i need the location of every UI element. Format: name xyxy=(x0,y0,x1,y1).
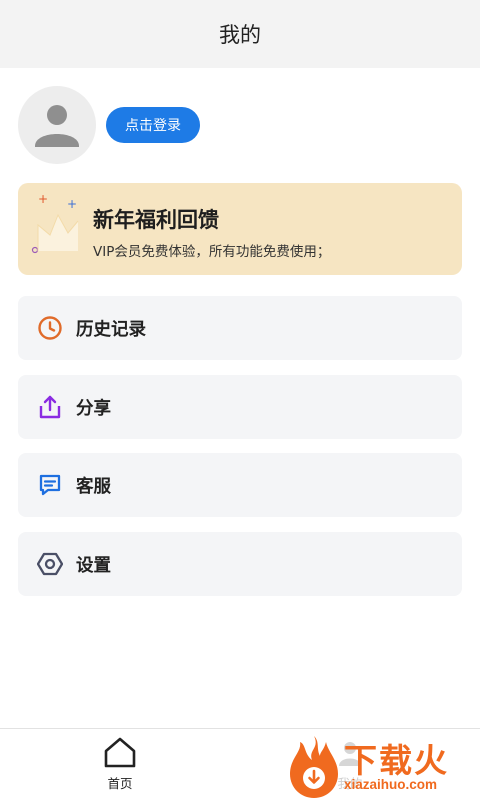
menu-item-label: 分享 xyxy=(76,398,111,419)
clock-icon xyxy=(36,314,64,342)
menu-item-history[interactable]: 历史记录 xyxy=(18,296,462,360)
menu-item-label: 历史记录 xyxy=(76,319,146,340)
vip-banner[interactable]: + + 新年福利回馈 VIP会员免费体验，所有功能免费使用； xyxy=(18,183,462,275)
share-icon xyxy=(36,393,64,421)
vip-subtitle: VIP会员免费体验，所有功能免费使用； xyxy=(93,244,331,260)
menu-item-label: 设置 xyxy=(76,555,111,576)
top-bar: 我的 xyxy=(0,0,480,68)
avatar[interactable] xyxy=(18,86,96,164)
home-icon xyxy=(104,737,136,768)
chat-icon xyxy=(36,471,64,499)
vip-title: 新年福利回馈 xyxy=(93,208,219,232)
crown-icon: + + xyxy=(31,192,79,254)
nav-tab-home-label: 首页 xyxy=(107,776,133,791)
menu-item-settings[interactable]: 设置 xyxy=(18,532,462,596)
page-title: 我的 xyxy=(219,23,261,47)
default-user-icon xyxy=(35,105,79,147)
menu-item-customer-service[interactable]: 客服 xyxy=(18,453,462,517)
watermark-domain: xiazaihuo.com xyxy=(344,777,438,792)
watermark-brand: 下载火 xyxy=(344,742,449,779)
watermark-logo: 下载火 xiazaihuo.com xyxy=(286,734,480,800)
nav-tab-home[interactable]: 首页 xyxy=(90,737,150,793)
menu-item-share[interactable]: 分享 xyxy=(18,375,462,439)
menu-item-label: 客服 xyxy=(76,476,111,497)
profile-section: 点击登录 xyxy=(18,86,200,164)
svg-text:+: + xyxy=(38,192,48,206)
svg-text:+: + xyxy=(67,197,77,211)
flame-logo-icon xyxy=(290,736,338,798)
login-button[interactable]: 点击登录 xyxy=(106,107,200,143)
settings-icon xyxy=(36,550,64,578)
